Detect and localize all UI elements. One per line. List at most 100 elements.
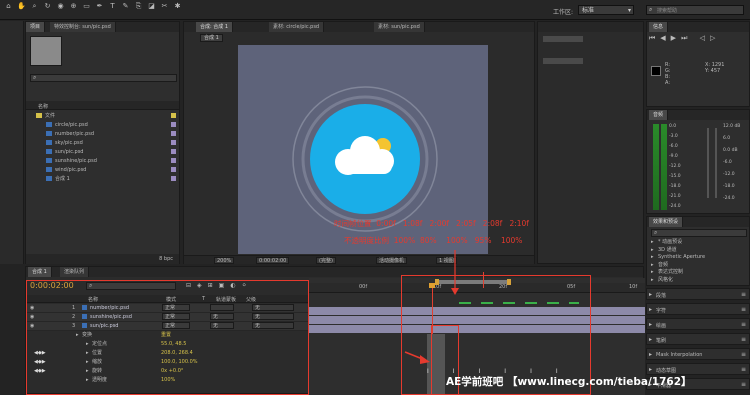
pan-behind-icon[interactable]: ⊕ [69, 2, 78, 10]
bpc-label[interactable]: 8 bpc [159, 256, 173, 262]
tab-render-queue[interactable]: 渲染队列 [60, 267, 90, 277]
help-search-input[interactable]: ⌕ 搜索帮助 [646, 5, 744, 15]
audio-scale-label: -9.0 [669, 154, 678, 159]
list-item-label: circle/pic.psd [55, 122, 88, 128]
list-item-label: sun/pic.psd [55, 149, 84, 155]
help-search-placeholder: 搜索帮助 [657, 8, 678, 14]
workspace-label: 工作区: [553, 9, 574, 16]
tab-effect-controls[interactable]: 特效控制台: sun/pic.psd [50, 22, 116, 32]
project-panel: 项目 特效控制台: sun/pic.psd ⌕ 名称 文件 circle/pic.… [25, 21, 180, 264]
effects-list-item[interactable]: ▸ 表达式控制 [651, 269, 747, 276]
viewer-footer: 200% 0:00:02:00 (完整) 活动摄像机 1 视图 [184, 255, 534, 264]
effects-list-item[interactable]: ▸ 3D 通道 [651, 247, 747, 254]
effects-item-label: 表达式控制 [658, 269, 684, 275]
camera-icon[interactable]: ◉ [56, 2, 65, 10]
annotation-line-1: 时间帧位置 0:00f 1:08f 2:00f 2:05f 2:08f 2:10… [334, 219, 529, 228]
workspace-select[interactable]: 标准 ▾ [578, 5, 634, 15]
list-item-label: wind/pic.psd [55, 167, 87, 173]
audio-scale-right-label: -24.0 [723, 196, 735, 201]
panel-menu-icon[interactable]: ≡ [741, 306, 746, 313]
effects-list-item[interactable]: ▸ Synthetic Aperture [651, 254, 747, 261]
viewer-footer-control[interactable]: 活动摄像机 [376, 257, 408, 264]
effects-list-item[interactable]: ▸ * 动画预设 [651, 239, 747, 246]
highlight-box-left [26, 280, 309, 395]
audio-meter [653, 124, 659, 210]
chevron-right-icon: ▸ [651, 269, 654, 275]
text-icon[interactable]: T [108, 2, 117, 10]
column-name-header[interactable]: 名称 [38, 103, 48, 110]
list-item[interactable]: number/pic.psd [26, 130, 179, 138]
list-item[interactable]: sky/pic.psd [26, 139, 179, 147]
clone-icon[interactable]: ⎘ [134, 2, 143, 10]
eraser-icon[interactable]: ◪ [147, 2, 156, 10]
label-color [171, 158, 176, 163]
list-item[interactable]: sunshine/pic.psd [26, 157, 179, 165]
puppet-icon[interactable]: ✱ [173, 2, 182, 10]
ruler-tick-label: 10f [629, 284, 638, 290]
audio-scale-label: -3.0 [669, 134, 678, 139]
tab-timeline-comp[interactable]: 合成 1 [28, 267, 52, 277]
viewer-footer-control[interactable]: 200% [214, 257, 235, 264]
panel-menu-icon[interactable]: ≡ [741, 321, 746, 328]
collapsed-panel-header[interactable]: ▸ 字符 ≡ [646, 303, 750, 315]
viewer-footer-control[interactable]: 0:00:02:00 [256, 257, 290, 264]
tab-footage-sun[interactable]: 素材: sun/pic.psd [374, 22, 425, 32]
chevron-right-icon: ▸ [649, 366, 653, 373]
zoom-icon[interactable]: ⌕ [30, 2, 39, 10]
file-icon [46, 122, 52, 127]
collapsed-panel-label: 段落 [656, 293, 667, 299]
layer-panel-label-1 [543, 36, 583, 42]
tab-effects-presets[interactable]: 效果和预设 [649, 217, 684, 227]
chevron-right-icon: ▸ [651, 254, 654, 260]
preview-controls: ⏮◀▶⏭ ◁▷ [649, 34, 721, 42]
project-footer: 8 bpc [26, 254, 179, 264]
home-icon[interactable]: ⌂ [4, 2, 13, 10]
collapsed-panel-header[interactable]: ▸ Mask Interpolation ≡ [646, 348, 750, 360]
viewer-footer-control[interactable]: (完整) [316, 257, 336, 264]
viewer-footer-control[interactable]: 1 视图 [436, 257, 457, 264]
brush-icon[interactable]: ✎ [121, 2, 130, 10]
project-list-header: 名称 [26, 101, 179, 110]
panel-menu-icon[interactable]: ≡ [741, 351, 746, 358]
list-item[interactable]: 文件 [26, 112, 179, 120]
collapsed-panel-label: Mask Interpolation [656, 352, 703, 358]
audio-slider-left[interactable] [707, 128, 709, 198]
chevron-right-icon: ▸ [651, 239, 654, 245]
audio-scale: 0.0 -3.0 -6.0 -9.0 -12.0 -15.0 -18.0 -21.0 -24.0 [669, 124, 697, 210]
audio-slider-right[interactable] [715, 128, 717, 198]
collapsed-panel-header[interactable]: ▸ 绘画 ≡ [646, 318, 750, 330]
rotate-icon[interactable]: ↻ [43, 2, 52, 10]
tab-audio[interactable]: 音频 [649, 110, 669, 120]
list-item[interactable]: wind/pic.psd [26, 166, 179, 174]
tab-composition[interactable]: 合成: 合成 1 [196, 22, 234, 32]
color-swatch [651, 66, 661, 76]
audio-scale-right-label: -6.0 [723, 160, 732, 165]
panel-menu-icon[interactable]: ≡ [741, 381, 746, 388]
pen-icon[interactable]: ✒ [95, 2, 104, 10]
effects-list-item[interactable]: ▸ 音频 [651, 262, 747, 269]
label-color [171, 167, 176, 172]
collapsed-panel-header[interactable]: ▸ 段落 ≡ [646, 288, 750, 300]
effects-search-input[interactable]: ⌕ [651, 229, 747, 237]
roto-icon[interactable]: ✂ [160, 2, 169, 10]
folder-icon [36, 113, 42, 118]
comp-subtab[interactable]: 合成 1 [200, 34, 223, 42]
project-search-input[interactable]: ⌕ [30, 74, 177, 82]
list-item-label: sky/pic.psd [55, 140, 83, 146]
audio-meter-right [661, 124, 667, 210]
label-color [171, 113, 176, 118]
panel-menu-icon[interactable]: ≡ [741, 366, 746, 373]
hand-icon[interactable]: ✋ [17, 2, 26, 10]
list-item[interactable]: sun/pic.psd [26, 148, 179, 156]
panel-menu-icon[interactable]: ≡ [741, 336, 746, 343]
collapsed-panel-header[interactable]: ▸ 笔刷 ≡ [646, 333, 750, 345]
workspace-value: 标准 [582, 7, 595, 14]
list-item[interactable]: circle/pic.psd [26, 121, 179, 129]
tab-info[interactable]: 信息 [649, 22, 669, 32]
rectangle-icon[interactable]: ▭ [82, 2, 91, 10]
list-item[interactable]: 合成 1 [26, 175, 179, 183]
effects-list-item[interactable]: ▸ 风格化 [651, 277, 747, 284]
tab-footage-circle[interactable]: 素材: circle/pic.psd [269, 22, 325, 32]
tab-project[interactable]: 项目 [26, 22, 46, 32]
panel-menu-icon[interactable]: ≡ [741, 291, 746, 298]
